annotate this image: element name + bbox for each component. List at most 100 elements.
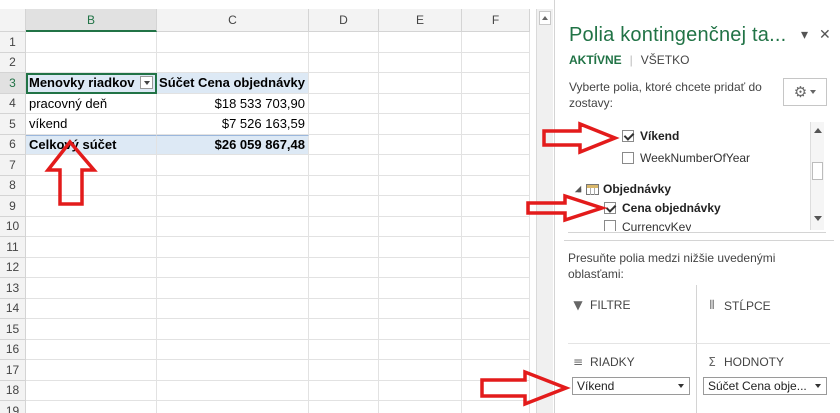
pivot-total-label[interactable]: Celkový súčet bbox=[26, 134, 157, 155]
row-header[interactable]: 13 bbox=[0, 278, 26, 299]
cell[interactable] bbox=[26, 339, 157, 360]
cell[interactable] bbox=[379, 401, 462, 413]
cell[interactable] bbox=[462, 52, 530, 73]
cell[interactable] bbox=[462, 380, 530, 401]
cell[interactable] bbox=[309, 237, 379, 258]
row-header[interactable]: 12 bbox=[0, 257, 26, 278]
cell[interactable] bbox=[462, 298, 530, 319]
cell[interactable] bbox=[379, 175, 462, 196]
checkbox[interactable] bbox=[622, 152, 634, 164]
scroll-up-icon[interactable] bbox=[814, 128, 822, 133]
cell[interactable] bbox=[309, 32, 379, 53]
cell[interactable] bbox=[462, 237, 530, 258]
row-header[interactable]: 18 bbox=[0, 380, 26, 401]
row-header[interactable]: 19 bbox=[0, 401, 26, 413]
cell[interactable] bbox=[309, 175, 379, 196]
pane-options-caret-icon[interactable]: ▾ bbox=[801, 26, 808, 43]
cell[interactable] bbox=[309, 257, 379, 278]
column-header-b[interactable]: B bbox=[26, 9, 157, 32]
cell[interactable] bbox=[309, 401, 379, 413]
cell[interactable] bbox=[309, 216, 379, 237]
row-header[interactable]: 6 bbox=[0, 134, 26, 155]
row-header[interactable]: 4 bbox=[0, 93, 26, 114]
cell[interactable] bbox=[157, 380, 309, 401]
cell[interactable] bbox=[26, 278, 157, 299]
tab-all[interactable]: VŠETKO bbox=[641, 53, 690, 67]
column-header-f[interactable]: F bbox=[462, 9, 530, 32]
cell[interactable] bbox=[26, 237, 157, 258]
row-header[interactable]: 8 bbox=[0, 175, 26, 196]
checkbox-checked[interactable] bbox=[604, 202, 616, 214]
cell[interactable] bbox=[462, 93, 530, 114]
cell[interactable] bbox=[26, 32, 157, 53]
cell[interactable] bbox=[309, 319, 379, 340]
cell[interactable] bbox=[157, 257, 309, 278]
cell[interactable] bbox=[26, 360, 157, 381]
cell[interactable] bbox=[379, 134, 462, 155]
row-header[interactable]: 16 bbox=[0, 339, 26, 360]
cell[interactable] bbox=[379, 278, 462, 299]
pivot-row-labels-header[interactable]: Menovky riadkov bbox=[26, 73, 157, 94]
row-header[interactable]: 17 bbox=[0, 360, 26, 381]
field-item-currencykey[interactable]: CurrencyKey bbox=[604, 220, 691, 231]
cell[interactable] bbox=[379, 196, 462, 217]
sheet-vertical-scrollbar[interactable] bbox=[536, 9, 553, 413]
cell[interactable] bbox=[462, 196, 530, 217]
cell[interactable] bbox=[379, 319, 462, 340]
field-list-settings-button[interactable]: ⚙ bbox=[783, 78, 827, 106]
scroll-up-arrow-icon[interactable] bbox=[539, 11, 551, 25]
cell[interactable] bbox=[26, 298, 157, 319]
cell[interactable] bbox=[462, 32, 530, 53]
cell[interactable] bbox=[157, 298, 309, 319]
tab-active[interactable]: AKTÍVNE bbox=[569, 53, 622, 67]
cell[interactable] bbox=[157, 401, 309, 413]
cell[interactable] bbox=[157, 237, 309, 258]
cell[interactable] bbox=[26, 52, 157, 73]
row-header[interactable]: 3 bbox=[0, 73, 26, 94]
cell[interactable] bbox=[26, 216, 157, 237]
cell[interactable] bbox=[379, 93, 462, 114]
cell[interactable] bbox=[309, 278, 379, 299]
cell[interactable] bbox=[309, 114, 379, 135]
cell[interactable] bbox=[462, 155, 530, 176]
cell[interactable] bbox=[309, 196, 379, 217]
pivot-row-label[interactable]: víkend bbox=[26, 114, 157, 135]
cell[interactable] bbox=[26, 155, 157, 176]
scroll-down-icon[interactable] bbox=[814, 216, 822, 221]
filter-dropdown-icon[interactable] bbox=[140, 76, 153, 90]
field-item-vikend[interactable]: Víkend bbox=[622, 127, 679, 145]
field-item-weeknumberofyear[interactable]: WeekNumberOfYear bbox=[622, 149, 750, 167]
cell[interactable] bbox=[379, 339, 462, 360]
cell[interactable] bbox=[309, 93, 379, 114]
cell[interactable] bbox=[157, 32, 309, 53]
chevron-down-icon[interactable] bbox=[678, 384, 684, 388]
pivot-row-value[interactable]: $7 526 163,59 bbox=[157, 114, 309, 135]
row-header[interactable]: 11 bbox=[0, 237, 26, 258]
cell[interactable] bbox=[379, 114, 462, 135]
cell[interactable] bbox=[379, 52, 462, 73]
cell[interactable] bbox=[157, 175, 309, 196]
column-header-e[interactable]: E bbox=[379, 9, 462, 32]
cell[interactable] bbox=[379, 216, 462, 237]
row-header[interactable]: 15 bbox=[0, 319, 26, 340]
cell[interactable] bbox=[379, 155, 462, 176]
cell[interactable] bbox=[462, 134, 530, 155]
row-header[interactable]: 5 bbox=[0, 114, 26, 135]
cell[interactable] bbox=[309, 339, 379, 360]
cell[interactable] bbox=[462, 319, 530, 340]
rows-field-chip[interactable]: Víkend bbox=[572, 377, 690, 395]
checkbox[interactable] bbox=[604, 220, 616, 231]
checkbox-checked[interactable] bbox=[622, 130, 634, 142]
chevron-down-icon[interactable] bbox=[815, 384, 821, 388]
cell[interactable] bbox=[309, 134, 379, 155]
cell[interactable] bbox=[379, 298, 462, 319]
expand-triangle-icon[interactable] bbox=[574, 185, 582, 193]
row-header[interactable]: 1 bbox=[0, 32, 26, 53]
pivot-total-value[interactable]: $26 059 867,48 bbox=[157, 134, 309, 155]
row-header[interactable]: 9 bbox=[0, 196, 26, 217]
cell[interactable] bbox=[26, 401, 157, 413]
column-header-d[interactable]: D bbox=[309, 9, 379, 32]
cell[interactable] bbox=[462, 175, 530, 196]
row-header[interactable]: 7 bbox=[0, 155, 26, 176]
values-field-chip[interactable]: Súčet Cena obje... bbox=[703, 377, 827, 395]
